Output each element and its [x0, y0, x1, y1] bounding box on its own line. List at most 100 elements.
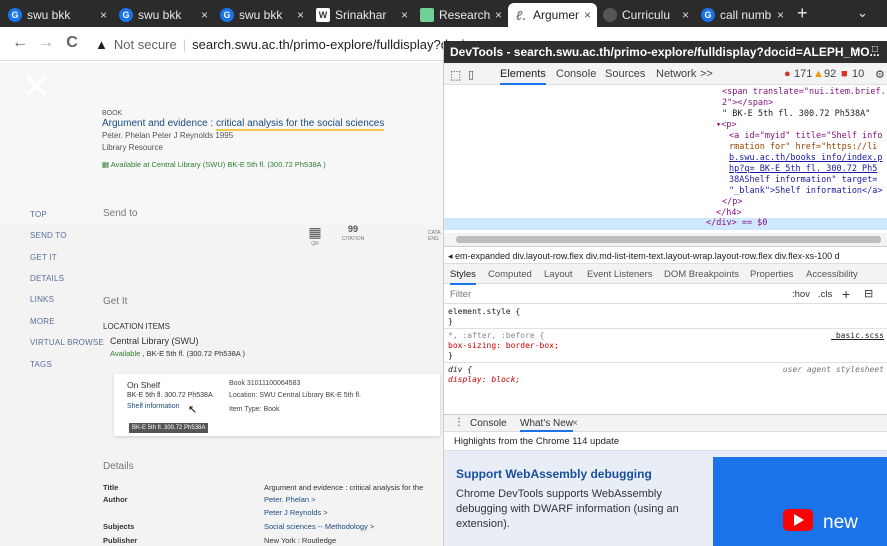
news-video-thumbnail[interactable]: new: [713, 457, 887, 546]
tab-console[interactable]: Console: [556, 68, 596, 80]
tab-dom-breakpoints[interactable]: DOM Breakpoints: [664, 269, 739, 280]
tab-swu-bkk-2[interactable]: Gswu bkk ×: [113, 3, 214, 27]
warning-count[interactable]: 92: [824, 68, 836, 80]
scroll-thumb[interactable]: [456, 236, 881, 243]
close-tab-icon[interactable]: ×: [495, 8, 502, 22]
tab-sources[interactable]: Sources: [605, 68, 645, 80]
tab-event-listeners[interactable]: Event Listeners: [587, 269, 652, 280]
close-drawer-tab-icon[interactable]: ×: [572, 418, 578, 429]
nav-send-to[interactable]: SEND TO: [30, 231, 67, 240]
library-name[interactable]: Central Library (SWU): [110, 336, 199, 346]
dom-line[interactable]: <span translate="nui.item.brief.: [722, 87, 886, 98]
omnibox[interactable]: ▲ Not secure | search.swu.ac.th/primo-ex…: [95, 32, 465, 56]
tab-elements[interactable]: Elements: [500, 68, 546, 85]
dom-line[interactable]: 38AShelf information" target=: [729, 175, 877, 186]
more-tabs-button[interactable]: >>: [700, 68, 713, 80]
dom-line[interactable]: hp?q= BK-E 5th fl. 300.72 Ph5: [729, 164, 877, 175]
dom-line[interactable]: </p>: [722, 197, 742, 208]
dom-scrollbar[interactable]: [444, 233, 887, 246]
tab-call-number[interactable]: Gcall numb ×: [695, 3, 790, 27]
subject-link[interactable]: Social sciences -- Methodology >: [264, 522, 374, 531]
tab-swu-bkk-1[interactable]: Gswu bkk ×: [2, 3, 113, 27]
nav-top[interactable]: TOP: [30, 210, 47, 219]
author-link[interactable]: Peter J Reynolds >: [264, 508, 328, 517]
close-tab-icon[interactable]: ×: [584, 8, 591, 22]
tab-computed[interactable]: Computed: [488, 269, 532, 280]
rule-source-link[interactable]: _basic.scss: [831, 331, 884, 341]
url-text[interactable]: search.swu.ac.th/primo-explore/fulldispl…: [192, 37, 465, 52]
new-rule-button[interactable]: +: [842, 286, 850, 302]
dom-line[interactable]: ▾<p>: [716, 120, 736, 131]
nav-virtual-browse[interactable]: VIRTUAL BROWSE: [30, 338, 104, 347]
settings-icon[interactable]: ⚙: [875, 68, 885, 81]
new-tab-button[interactable]: +: [797, 3, 808, 24]
nav-tags[interactable]: TAGS: [30, 360, 52, 369]
close-tab-icon[interactable]: ×: [201, 8, 208, 22]
shelf-tooltip: BK-E 5th fl. 300.72 Ph538A: [129, 423, 209, 433]
tab-research[interactable]: Research ×: [414, 3, 508, 27]
close-tab-icon[interactable]: ×: [401, 8, 408, 22]
inspect-icon[interactable]: ⬚: [450, 68, 461, 82]
drawer-menu-icon[interactable]: ⋮: [454, 417, 464, 428]
catalog-button[interactable]: CATA ENG: [428, 230, 443, 242]
availability-status[interactable]: ▦ Available at Central Library (SWU) BK-…: [102, 160, 326, 169]
dom-line[interactable]: <a id="myid" title="Shelf info: [729, 131, 883, 142]
drawer-tab-whats-new[interactable]: What's New: [520, 418, 574, 432]
rule-line[interactable]: }: [448, 317, 453, 327]
nav-get-it[interactable]: GET IT: [30, 253, 57, 262]
dom-line[interactable]: rmation for" href="https://li: [729, 142, 877, 153]
rule-line[interactable]: display: block;: [448, 375, 520, 385]
tab-layout[interactable]: Layout: [544, 269, 573, 280]
rule-line[interactable]: box-sizing: border-box;: [448, 341, 559, 351]
tab-accessibility[interactable]: Accessibility: [806, 269, 858, 280]
dom-line[interactable]: 2"></span>: [722, 98, 773, 109]
author-link[interactable]: Peter. Phelan >: [264, 495, 316, 504]
record-title[interactable]: Argument and evidence : critical analysi…: [102, 118, 385, 131]
reload-button[interactable]: C: [62, 34, 82, 52]
dom-line-selected[interactable]: </div> == $0: [444, 218, 887, 230]
citation-button[interactable]: 99 CITATION: [338, 224, 368, 242]
tab-curriculum[interactable]: Curriculu ×: [597, 3, 695, 27]
forward-button[interactable]: →: [36, 34, 56, 52]
device-toolbar-icon[interactable]: ▯: [468, 68, 474, 81]
tab-properties[interactable]: Properties: [750, 269, 793, 280]
close-tab-icon[interactable]: ×: [777, 8, 784, 22]
dom-line[interactable]: b.swu.ac.th/books_info/index.p: [729, 153, 883, 164]
qr-button[interactable]: ▦ QR: [305, 224, 325, 247]
styles-rules[interactable]: element.style { } *, :after, :before { _…: [444, 304, 887, 414]
tab-argument-active[interactable]: ℓ. Argumen ×: [508, 3, 597, 27]
tab-search-button[interactable]: ⌄: [857, 5, 868, 21]
tab-styles[interactable]: Styles: [450, 269, 476, 285]
sidebar-toggle-icon[interactable]: ⊟: [864, 287, 873, 300]
dom-line[interactable]: "_blank">Shelf information</a>: [729, 186, 883, 197]
class-toggle-button[interactable]: .cls: [818, 289, 832, 300]
rule-line[interactable]: *, :after, :before {: [448, 331, 544, 341]
tab-network[interactable]: Network: [656, 68, 696, 80]
minimize-button[interactable]: –: [854, 44, 860, 56]
shelf-information-link[interactable]: Shelf information: [127, 403, 180, 410]
close-tab-icon[interactable]: ×: [297, 8, 304, 22]
tab-srinakhar[interactable]: W Srinakhar ×: [310, 3, 414, 27]
news-title[interactable]: Support WebAssembly debugging: [456, 467, 652, 481]
error-count[interactable]: 171: [794, 68, 812, 80]
hover-state-button[interactable]: :hov: [792, 289, 810, 300]
rule-line[interactable]: }: [448, 351, 453, 361]
close-icon[interactable]: ✕: [22, 70, 51, 104]
tab-swu-bkk-3[interactable]: Gswu bkk ×: [214, 3, 310, 27]
dom-breadcrumbs[interactable]: ◂ em-expanded div.layout-row.flex div.md…: [444, 246, 887, 264]
nav-more[interactable]: MORE: [30, 317, 55, 326]
rule-line[interactable]: element.style {: [448, 307, 520, 317]
issues-count[interactable]: 10: [852, 68, 864, 80]
maximize-button[interactable]: □: [872, 44, 878, 55]
filter-input[interactable]: Filter: [450, 289, 471, 300]
rule-line[interactable]: div {: [448, 365, 472, 375]
dom-tree[interactable]: <span translate="nui.item.brief. 2"></sp…: [444, 85, 887, 233]
back-button[interactable]: ←: [10, 34, 30, 52]
drawer-tab-console[interactable]: Console: [470, 418, 507, 429]
nav-details[interactable]: DETAILS: [30, 274, 64, 283]
dom-line[interactable]: " BK-E 5th fl. 300.72 Ph538A": [722, 109, 870, 120]
devtools-title: DevTools - search.swu.ac.th/primo-explor…: [450, 45, 880, 59]
close-tab-icon[interactable]: ×: [100, 8, 107, 22]
nav-links[interactable]: LINKS: [30, 295, 54, 304]
close-tab-icon[interactable]: ×: [682, 8, 689, 22]
